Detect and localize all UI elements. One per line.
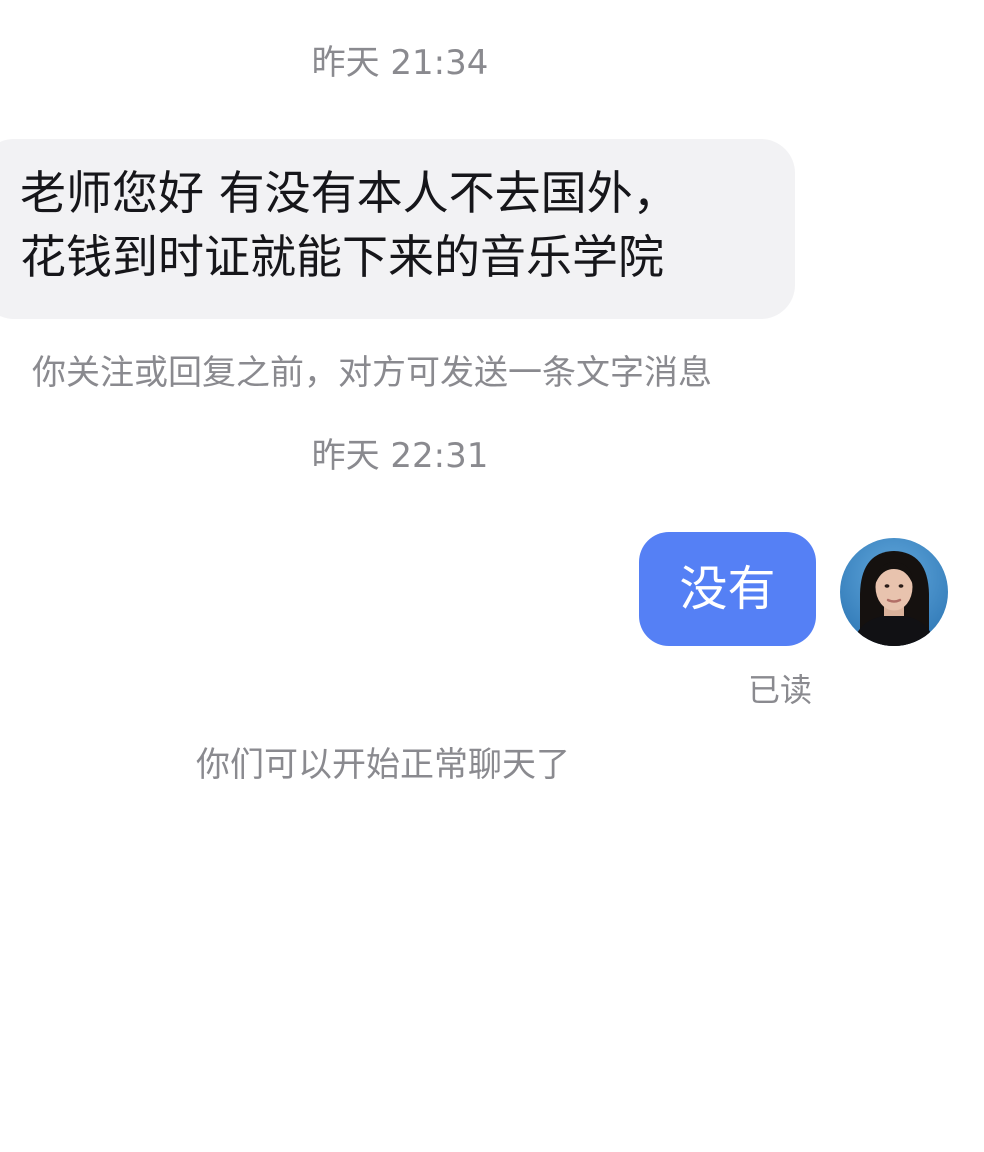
- chat-open-system-note: 你们可以开始正常聊天了: [196, 745, 570, 785]
- incoming-message-bubble[interactable]: 老师您好 有没有本人不去国外， 花钱到时证就能下来的音乐学院: [0, 139, 795, 319]
- chat-timestamp: 昨天 22:31: [311, 436, 489, 476]
- follow-limit-system-note: 你关注或回复之前，对方可发送一条文字消息: [32, 353, 712, 393]
- chat-timestamp: 昨天 21:34: [311, 43, 489, 83]
- incoming-message-line: 老师您好 有没有本人不去国外，: [20, 166, 679, 220]
- outgoing-message-text: 没有: [679, 561, 776, 617]
- avatar[interactable]: [840, 538, 948, 646]
- outgoing-message-bubble[interactable]: 没有: [639, 532, 816, 646]
- read-status: 已读: [748, 671, 813, 709]
- incoming-message-line: 花钱到时证就能下来的音乐学院: [20, 230, 664, 284]
- avatar-photo: [840, 538, 948, 646]
